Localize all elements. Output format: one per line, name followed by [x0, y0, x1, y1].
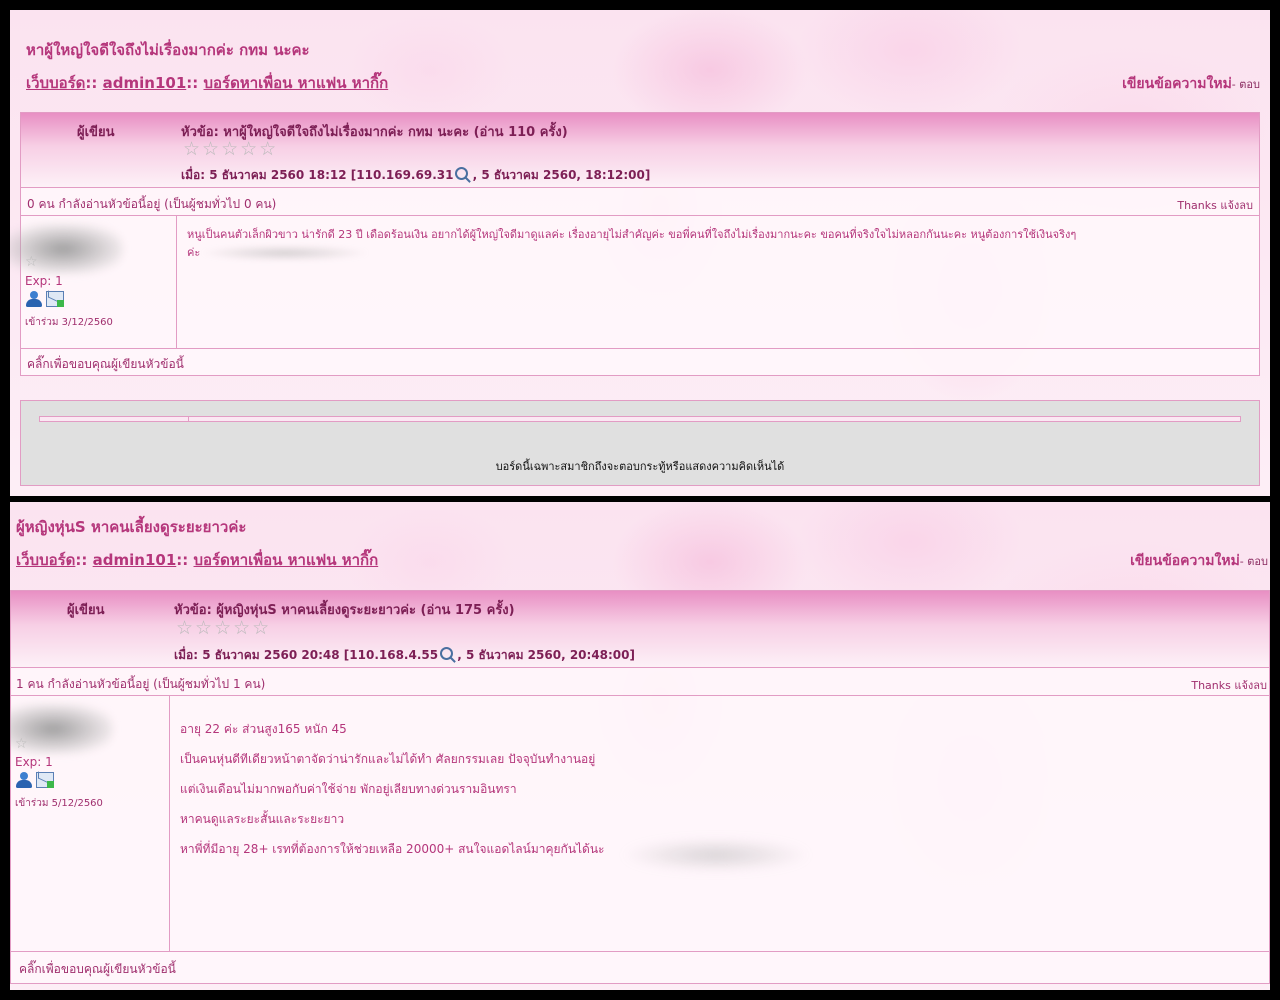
author-actions [25, 291, 67, 310]
post-date-modified: , 5 ธันวาคม 2560, 18:12:00] [472, 168, 651, 182]
breadcrumb-board-link[interactable]: บอร์ดหาเพื่อน หาแฟน หากิ๊ก [194, 551, 379, 569]
post-paragraph: แต่เงินเดือนไม่มากพอกับค่าใช้จ่าย พักอยู… [180, 782, 517, 796]
user-profile-icon[interactable] [25, 291, 43, 307]
post-timestamp: เมื่อ: 5 ธันวาคม 2560 20:48 [110.168.4.5… [174, 646, 635, 665]
author-info: ☆ Exp: 1 เข้าร่วม 5/12/2560 [10, 696, 170, 952]
author-joined-date: เข้าร่วม 5/12/2560 [15, 798, 103, 809]
author-column-header: ผู้เขียน [67, 603, 105, 618]
author-exp: Exp: 1 [15, 755, 53, 769]
send-message-icon[interactable] [46, 291, 64, 307]
post-paragraph: หาคนดูแลระยะสั้นและระยะยาว [180, 812, 345, 826]
thank-author-link[interactable]: คลิ๊กเพื่อขอบคุณผู้เขียนหัวข้อนี้ [19, 960, 176, 979]
reply-box-inner [39, 416, 1241, 422]
post-body-row: ☆ Exp: 1 เข้าร่วม 3/12/2560 หนูเป็นคนตัว… [10, 215, 1259, 349]
post-body: หนูเป็นคนตัวเล็กผิวขาว น่ารักดี 23 ปี เด… [187, 226, 1237, 262]
redacted-text [200, 245, 371, 261]
post-body-line: ค่ะ [187, 244, 1237, 262]
thanks-report-links[interactable]: Thanks แจ้งลบ [1177, 196, 1253, 214]
breadcrumb: เว็บบอร์ด:: admin101:: บอร์ดหาเพื่อน หาแ… [16, 548, 378, 572]
viewers-count: 0 คน กำลังอ่านหัวข้อนี้อยู่ (เป็นผู้ชมทั… [27, 197, 277, 211]
post-date-ip: เมื่อ: 5 ธันวาคม 2560 20:48 [110.168.4.5… [174, 648, 439, 662]
breadcrumb: เว็บบอร์ด:: admin101:: บอร์ดหาเพื่อน หาแ… [26, 71, 388, 95]
reply-box: บอร์ดนี้เฉพาะสมาชิกถึงจะตอบกระทู้หรือแสด… [20, 400, 1260, 486]
rating-stars[interactable]: ☆☆☆☆☆ [176, 617, 271, 639]
post-timestamp: เมื่อ: 5 ธันวาคม 2560 18:12 [110.169.69.… [181, 166, 650, 185]
new-post-link[interactable]: เขียนข้อความใหม่ [1122, 76, 1232, 92]
post-header: ผู้เขียน หัวข้อ: หาผู้ใหญ่ใจดีใจถึงไม่เร… [21, 113, 1259, 187]
post-actions: เขียนข้อความใหม่- ตอบ [1130, 550, 1268, 572]
redacted-text [621, 838, 811, 872]
post-footer-row: คลิ๊กเพื่อขอบคุณผู้เขียนหัวข้อนี้ [11, 951, 1269, 984]
reply-link[interactable]: - ตอบ [1240, 555, 1268, 568]
rank-star-icon: ☆ [25, 254, 38, 270]
post-date-ip: เมื่อ: 5 ธันวาคม 2560 18:12 [110.169.69.… [181, 168, 454, 182]
author-exp: Exp: 1 [25, 274, 63, 288]
breadcrumb-separator: :: [186, 74, 199, 92]
breadcrumb-home-link[interactable]: เว็บบอร์ด [16, 551, 75, 569]
rank-star-icon: ☆ [15, 736, 28, 752]
post-paragraph: เป็นคนหุ่นดีทีเดียวหน้าตาจัดว่าน่ารักและ… [180, 752, 596, 766]
breadcrumb-separator: :: [75, 551, 88, 569]
post-actions: เขียนข้อความใหม่- ตอบ [1122, 73, 1260, 95]
author-column-header: ผู้เขียน [77, 125, 115, 140]
new-post-link[interactable]: เขียนข้อความใหม่ [1130, 553, 1240, 569]
post-table: ผู้เขียน หัวข้อ: หาผู้ใหญ่ใจดีใจถึงไม่เร… [10, 112, 1260, 376]
reply-link[interactable]: - ตอบ [1232, 78, 1260, 91]
thanks-report-links[interactable]: Thanks แจ้งลบ [1191, 676, 1267, 694]
breadcrumb-board-link[interactable]: บอร์ดหาเพื่อน หาแฟน หากิ๊ก [204, 74, 389, 92]
viewers-count: 1 คน กำลังอ่านหัวข้อนี้อยู่ (เป็นผู้ชมทั… [16, 677, 266, 691]
author-actions [15, 772, 57, 791]
post-table: ผู้เขียน หัวข้อ: ผู้หญิงหุ่นS หาคนเลี้ยง… [10, 590, 1270, 984]
post-body-line: หนูเป็นคนตัวเล็กผิวขาว น่ารักดี 23 ปี เด… [187, 228, 1077, 241]
search-icon[interactable] [455, 167, 469, 180]
post-footer-row: คลิ๊กเพื่อขอบคุณผู้เขียนหัวข้อนี้ [21, 348, 1259, 376]
post-body-row: ☆ Exp: 1 เข้าร่วม 5/12/2560 อายุ 22 ค่ะ … [10, 695, 1269, 952]
members-only-notice: บอร์ดนี้เฉพาะสมาชิกถึงจะตอบกระทู้หรือแสด… [495, 460, 785, 473]
page-title: หาผู้ใหญ่ใจดีใจถึงไม่เรื่องมากค่ะ กทม นะ… [26, 41, 310, 59]
post-paragraph: อายุ 22 ค่ะ ส่วนสูง165 หนัก 45 [180, 722, 347, 736]
thank-author-link[interactable]: คลิ๊กเพื่อขอบคุณผู้เขียนหัวข้อนี้ [27, 355, 184, 374]
forum-post-screenshot-2: ผู้หญิงหุ่นS หาคนเลี้ยงดูระยะยาวค่ะ เว็บ… [10, 502, 1270, 990]
send-message-icon[interactable] [36, 772, 54, 788]
forum-post-screenshot-1: หาผู้ใหญ่ใจดีใจถึงไม่เรื่องมากค่ะ กทม นะ… [10, 10, 1270, 496]
viewers-row: 0 คน กำลังอ่านหัวข้อนี้อยู่ (เป็นผู้ชมทั… [21, 187, 1259, 216]
post-header: ผู้เขียน หัวข้อ: ผู้หญิงหุ่นS หาคนเลี้ยง… [11, 591, 1269, 667]
page-title: ผู้หญิงหุ่นS หาคนเลี้ยงดูระยะยาวค่ะ [16, 518, 247, 536]
breadcrumb-user-link[interactable]: admin101 [103, 74, 187, 92]
rating-stars[interactable]: ☆☆☆☆☆ [183, 138, 278, 160]
search-icon[interactable] [440, 647, 454, 660]
breadcrumb-home-link[interactable]: เว็บบอร์ด [26, 74, 85, 92]
viewers-row: 1 คน กำลังอ่านหัวข้อนี้อยู่ (เป็นผู้ชมทั… [11, 667, 1269, 696]
post-date-modified: , 5 ธันวาคม 2560, 20:48:00] [457, 648, 635, 662]
breadcrumb-user-link[interactable]: admin101 [93, 551, 177, 569]
author-joined-date: เข้าร่วม 3/12/2560 [25, 317, 113, 328]
breadcrumb-separator: :: [85, 74, 98, 92]
breadcrumb-separator: :: [176, 551, 189, 569]
user-profile-icon[interactable] [15, 772, 33, 788]
divider [188, 416, 189, 422]
author-info: ☆ Exp: 1 เข้าร่วม 3/12/2560 [10, 216, 177, 349]
